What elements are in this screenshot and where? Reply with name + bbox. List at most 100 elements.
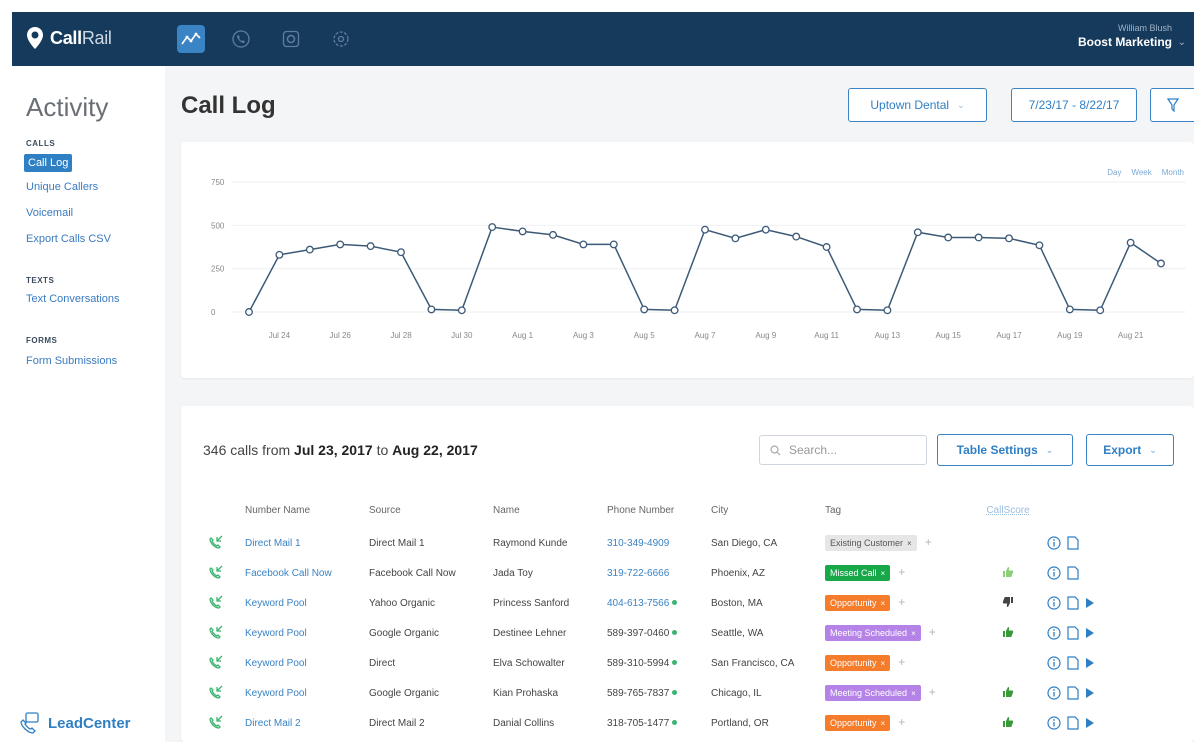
number-name-link[interactable]: Keyword Pool [239,678,363,708]
number-name-link[interactable]: Keyword Pool [239,588,363,618]
callrail-logo[interactable]: CallRail [26,26,112,50]
info-icon[interactable] [1047,566,1061,580]
data-point[interactable] [275,250,284,259]
add-tag-icon[interactable]: + [898,595,905,609]
leadcenter-link[interactable]: LeadCenter [20,712,131,734]
settings-nav-icon[interactable] [277,25,305,53]
data-point[interactable] [518,227,527,236]
remove-tag-icon[interactable]: × [881,569,886,578]
add-tag-icon[interactable]: + [898,565,905,579]
play-icon[interactable] [1085,597,1095,609]
add-tag-icon[interactable]: + [925,535,932,549]
number-name-link[interactable]: Keyword Pool [239,618,363,648]
tag-badge[interactable]: Opportunity × [825,655,891,671]
data-point[interactable] [427,305,436,314]
data-point[interactable] [761,225,770,234]
phone-number-cell[interactable]: 310-349-4909 [601,528,705,558]
data-point[interactable] [245,308,253,316]
remove-tag-icon[interactable]: × [911,629,916,638]
data-point[interactable] [1096,306,1105,315]
note-icon[interactable] [1067,656,1079,670]
data-point[interactable] [549,230,557,239]
info-icon[interactable] [1047,686,1061,700]
company-select[interactable]: Uptown Dental ⌄ [848,88,987,122]
number-name-link[interactable]: Facebook Call Now [239,558,363,588]
number-name-link[interactable]: Keyword Pool [239,648,363,678]
calls-nav-icon[interactable] [227,25,255,53]
note-icon[interactable] [1067,596,1079,610]
number-name-link[interactable]: Direct Mail 2 [239,708,363,738]
add-tag-icon[interactable]: + [929,625,936,639]
remove-tag-icon[interactable]: × [911,689,916,698]
column-number-name[interactable]: Number Name [239,492,363,528]
phone-number-cell[interactable]: 404-613-7566 [601,588,705,618]
sidebar-item-unique-callers[interactable]: Unique Callers [26,181,98,193]
table-row[interactable]: Direct Mail 2 Direct Mail 2 Danial Collins… [203,708,1131,738]
play-icon[interactable] [1085,627,1095,639]
tag-badge[interactable]: Opportunity × [825,715,891,731]
range-week-link[interactable]: Week [1131,168,1151,177]
table-row[interactable]: Keyword Pool Google Organic Kian Prohaska 5… [203,678,1131,708]
activity-nav-icon[interactable] [177,25,205,53]
callscore-cell[interactable] [975,558,1041,588]
data-point[interactable] [336,240,345,249]
tag-badge[interactable]: Meeting Scheduled × [825,685,921,701]
table-settings-button[interactable]: Table Settings ⌄ [937,434,1073,466]
data-point[interactable] [792,232,801,241]
data-point[interactable] [366,242,375,251]
note-icon[interactable] [1067,536,1079,550]
column-name[interactable]: Name [487,492,601,528]
number-name-link[interactable]: Direct Mail 1 [239,528,363,558]
data-point[interactable] [609,240,618,249]
info-icon[interactable] [1047,716,1061,730]
sidebar-item-export-calls-csv[interactable]: Export Calls CSV [26,233,111,245]
sidebar-item-form-submissions[interactable]: Form Submissions [26,355,117,367]
data-point[interactable] [944,233,953,242]
table-row[interactable]: Keyword Pool Google Organic Destinee Lehne… [203,618,1131,648]
table-row[interactable]: Facebook Call Now Facebook Call Now Jada T… [203,558,1131,588]
tag-badge[interactable]: Meeting Scheduled × [825,625,921,641]
table-row[interactable]: Direct Mail 1 Direct Mail 1 Raymond Kunde 3… [203,528,1131,558]
play-icon[interactable] [1085,687,1095,699]
column-phone-number[interactable]: Phone Number [601,492,705,528]
sidebar-item-text-conversations[interactable]: Text Conversations [26,293,120,305]
data-point[interactable] [670,306,679,315]
integrations-nav-icon[interactable] [327,25,355,53]
data-point[interactable] [397,248,405,257]
search-input[interactable]: Search... [759,435,927,465]
data-point[interactable] [1005,234,1013,243]
play-icon[interactable] [1085,717,1095,729]
callscore-cell[interactable] [975,678,1041,708]
data-point[interactable] [883,306,892,315]
remove-tag-icon[interactable]: × [881,719,886,728]
add-tag-icon[interactable]: + [929,685,936,699]
sidebar-item-voicemail[interactable]: Voicemail [26,207,73,219]
info-icon[interactable] [1047,656,1061,670]
add-tag-icon[interactable]: + [898,655,905,669]
remove-tag-icon[interactable]: × [907,539,912,548]
note-icon[interactable] [1067,686,1079,700]
sidebar-item-call-log[interactable]: Call Log [24,154,73,172]
data-point[interactable] [701,225,709,234]
phone-number-cell[interactable]: 319-722-6666 [601,558,705,588]
callscore-cell[interactable] [975,648,1041,678]
export-button[interactable]: Export ⌄ [1086,434,1174,466]
add-tag-icon[interactable]: + [898,715,905,729]
data-point[interactable] [579,240,588,249]
note-icon[interactable] [1067,566,1079,580]
callscore-cell[interactable] [975,588,1041,618]
note-icon[interactable] [1067,626,1079,640]
remove-tag-icon[interactable]: × [881,599,886,608]
table-row[interactable]: Keyword Pool Yahoo Organic Princess Sanfor… [203,588,1131,618]
data-point[interactable] [640,305,649,314]
data-point[interactable] [1157,259,1165,268]
column-tag[interactable]: Tag [819,492,975,528]
account-menu[interactable]: William Blush Boost Marketing ⌄ [1078,23,1186,49]
note-icon[interactable] [1067,716,1079,730]
callscore-cell[interactable] [975,528,1041,558]
data-point[interactable] [974,233,983,242]
tag-badge[interactable]: Missed Call × [825,565,891,581]
column-callscore[interactable]: CallScore [975,492,1041,528]
data-point[interactable] [822,243,831,251]
data-point[interactable] [853,305,861,314]
